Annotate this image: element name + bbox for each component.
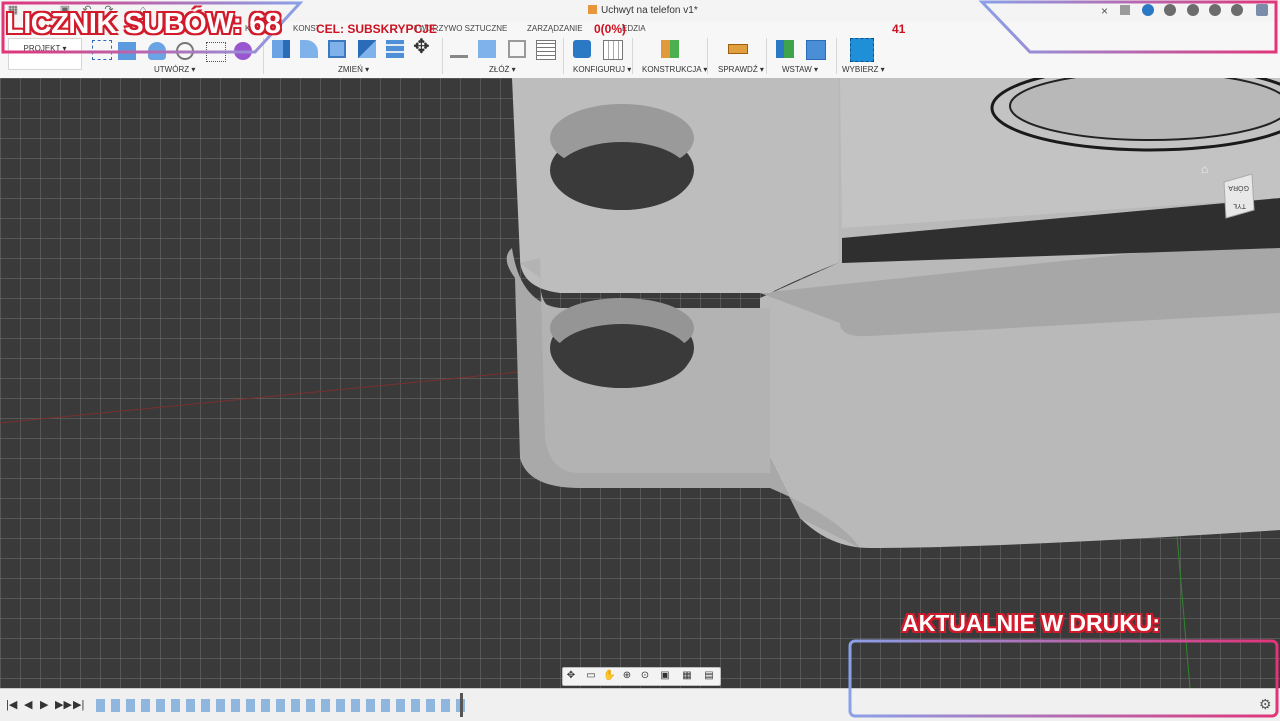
group-construct[interactable]: KONSTRUKCJA ▾	[642, 65, 707, 74]
view-cube[interactable]: GÓRA TYŁ	[1222, 172, 1256, 222]
divider	[766, 38, 767, 74]
mount-hole-2-bottom	[554, 324, 690, 388]
divider	[707, 38, 708, 74]
canvas-viewport[interactable]: ⌂ GÓRA TYŁ	[0, 78, 1280, 688]
viewports-icon[interactable]: ▤	[703, 670, 715, 682]
extrude-icon[interactable]	[118, 42, 136, 60]
close-tab-icon[interactable]: ×	[1101, 4, 1108, 18]
hole-icon[interactable]	[176, 42, 194, 60]
home-icon[interactable]: ⌂	[1201, 162, 1208, 176]
workspace-selector[interactable]: PROJEKT ▾	[8, 38, 82, 70]
group-modify[interactable]: ZMIEŃ ▾	[338, 65, 369, 74]
joint-icon[interactable]	[478, 40, 496, 58]
group-create[interactable]: UTWÓRZ ▾	[154, 65, 195, 74]
divider	[632, 38, 633, 74]
insert-derive-icon[interactable]	[776, 40, 794, 58]
goal-number: 41	[892, 22, 906, 36]
press-pull-icon[interactable]	[272, 40, 290, 58]
print-status-label: AKTUALNIE W DRUKU:	[902, 610, 1161, 636]
zoom-window-icon[interactable]: ⊙	[639, 670, 651, 682]
timeline-play-button[interactable]: ▶	[40, 698, 48, 711]
move-icon[interactable]: ✥	[413, 37, 431, 57]
look-at-icon[interactable]: ▭	[585, 670, 597, 682]
insert-image-icon[interactable]	[806, 40, 826, 60]
timeline-next-button[interactable]: ▶▶	[55, 698, 72, 711]
divider	[442, 38, 443, 74]
divider	[263, 38, 264, 74]
group-inspect[interactable]: SPRAWDŹ ▾	[718, 65, 764, 74]
orbit-icon[interactable]: ✥	[565, 670, 577, 682]
navigation-bar: ✥ ▭ ✋ ⊕ ⊙ ▣ ▦ ▤	[562, 667, 721, 686]
document-title: Uchwyt na telefon v1*	[601, 5, 698, 16]
create-form-icon[interactable]	[234, 42, 252, 60]
select-icon[interactable]	[850, 38, 874, 62]
x-axis-line	[0, 367, 561, 424]
job-status-icon[interactable]	[1164, 4, 1176, 16]
combine-icon[interactable]	[358, 40, 376, 58]
viewcube-front-label: TYŁ	[1233, 202, 1246, 209]
timeline: |◀ ◀ ▶ ▶▶ ▶| ⚙	[0, 688, 1280, 721]
online-status-icon[interactable]	[1187, 4, 1199, 16]
timeline-last-button[interactable]: ▶|	[73, 698, 84, 711]
new-tab-icon[interactable]	[1120, 5, 1130, 15]
goal-percent: 0(0%)	[594, 22, 627, 36]
help-icon[interactable]	[1231, 4, 1243, 16]
timeline-marker[interactable]	[460, 693, 463, 717]
pan-icon[interactable]: ✋	[603, 670, 615, 682]
user-avatar[interactable]	[1256, 4, 1268, 16]
measure-icon[interactable]	[728, 44, 748, 54]
grid-icon[interactable]: ▦	[681, 670, 693, 682]
mount-hole-1-bottom	[554, 142, 690, 210]
shell-icon[interactable]	[328, 40, 346, 58]
goal-label: CEL: SUBSKRYPCJE	[316, 22, 437, 36]
new-component-icon[interactable]	[450, 40, 468, 58]
zoom-icon[interactable]: ⊕	[621, 670, 633, 682]
workspace-label: PROJEKT ▾	[23, 44, 67, 53]
revolve-icon[interactable]	[148, 42, 166, 60]
group-insert[interactable]: WSTAW ▾	[782, 65, 818, 74]
notifications-icon[interactable]	[1209, 4, 1221, 16]
subs-counter: LICZNIK SUBÓW: 68	[6, 8, 281, 40]
gear-icon[interactable]: ⚙	[1259, 696, 1272, 713]
configuration-table-icon[interactable]	[603, 40, 623, 60]
timeline-prev-button[interactable]: ◀	[24, 698, 32, 711]
timeline-features[interactable]	[96, 699, 466, 712]
pattern-icon[interactable]	[206, 42, 226, 62]
tab-manage[interactable]: ZARZĄDZANIE	[527, 24, 583, 33]
create-sketch-icon[interactable]	[92, 40, 112, 60]
group-select[interactable]: WYBIERZ ▾	[842, 65, 885, 74]
model-render	[0, 78, 1280, 688]
group-configure[interactable]: KONFIGURUJ ▾	[573, 65, 631, 74]
offset-plane-icon[interactable]	[661, 40, 679, 58]
divider	[563, 38, 564, 74]
divider	[836, 38, 837, 74]
split-body-icon[interactable]	[386, 40, 404, 58]
group-assemble[interactable]: ZŁÓŻ ▾	[489, 65, 516, 74]
document-icon	[588, 5, 597, 14]
extensions-icon[interactable]	[1142, 4, 1154, 16]
configure-icon[interactable]	[573, 40, 591, 58]
display-icon[interactable]: ▣	[659, 670, 671, 682]
as-built-joint-icon[interactable]	[508, 40, 526, 58]
document-tab[interactable]: Uchwyt na telefon v1*	[588, 5, 698, 16]
table-icon[interactable]	[536, 40, 556, 60]
timeline-first-button[interactable]: |◀	[6, 698, 17, 711]
ring-inner	[1009, 78, 1280, 141]
viewcube-top-label: GÓRA	[1228, 184, 1249, 193]
